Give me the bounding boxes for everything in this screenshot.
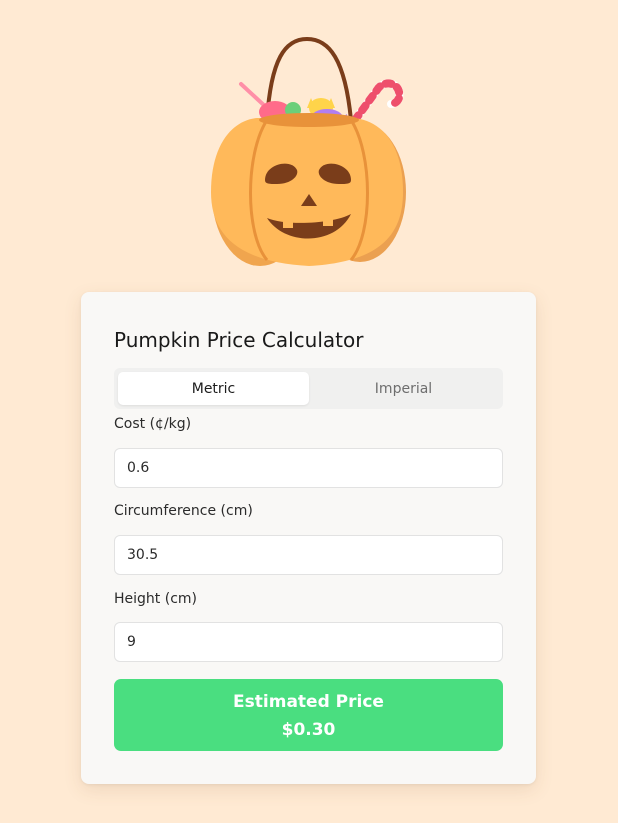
estimated-price-panel: Estimated Price $0.30 [114, 679, 503, 751]
unit-toggle: Metric Imperial [114, 368, 503, 409]
cost-input[interactable] [114, 448, 503, 488]
hero [0, 0, 618, 280]
cost-label: Cost (¢/kg) [114, 416, 192, 432]
tab-imperial[interactable]: Imperial [308, 372, 499, 405]
height-label: Height (cm) [114, 591, 197, 607]
calculator-title: Pumpkin Price Calculator [114, 328, 364, 352]
tab-metric[interactable]: Metric [118, 372, 309, 405]
calculator-card: Pumpkin Price Calculator Metric Imperial… [81, 292, 536, 784]
circumference-label: Circumference (cm) [114, 503, 253, 519]
height-input[interactable] [114, 622, 503, 662]
pumpkin-candy-basket-icon [211, 36, 406, 266]
circumference-input[interactable] [114, 535, 503, 575]
estimated-price-value: $0.30 [281, 720, 336, 740]
estimated-price-label: Estimated Price [233, 692, 384, 712]
